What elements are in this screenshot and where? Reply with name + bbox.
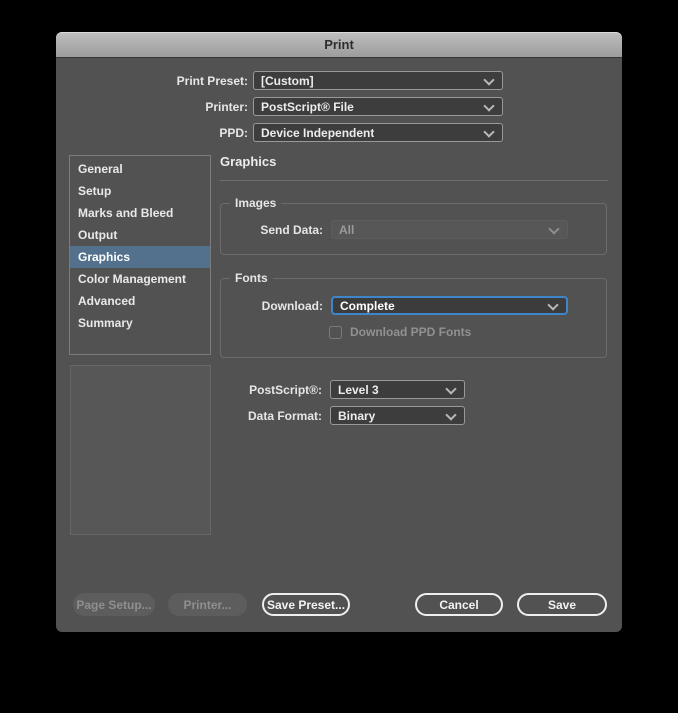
postscript-row: PostScript®: Level 3 xyxy=(220,380,465,399)
chevron-down-icon xyxy=(445,382,457,395)
download-ppd-fonts-checkbox xyxy=(329,325,342,339)
panel-divider xyxy=(220,180,608,181)
sidebar-item-marks-and-bleed[interactable]: Marks and Bleed xyxy=(70,202,210,224)
download-label: Download: xyxy=(261,298,323,313)
panel-title: Graphics xyxy=(220,154,277,169)
postscript-label: PostScript®: xyxy=(249,382,322,397)
sidebar-item-advanced[interactable]: Advanced xyxy=(70,290,210,312)
send-data-label: Send Data: xyxy=(260,222,323,237)
data-format-dropdown[interactable]: Binary xyxy=(330,406,465,425)
save-preset-button[interactable]: Save Preset... xyxy=(262,593,350,616)
send-data-value: All xyxy=(339,222,355,237)
dialog-titlebar[interactable]: Print xyxy=(56,32,622,57)
printer-label: Printer: xyxy=(205,100,248,114)
sidebar-item-color-management[interactable]: Color Management xyxy=(70,268,210,290)
images-group: Images Send Data: All xyxy=(220,196,607,255)
postscript-value: Level 3 xyxy=(338,382,379,397)
ppd-dropdown[interactable]: Device Independent xyxy=(253,123,503,142)
data-format-value: Binary xyxy=(338,408,376,423)
chevron-down-icon xyxy=(445,408,457,421)
save-button[interactable]: Save xyxy=(517,593,607,616)
print-preset-value: [Custom] xyxy=(261,73,314,88)
print-dialog: Print Print Preset: [Custom] Printer: Po… xyxy=(56,32,622,632)
sidebar-item-output[interactable]: Output xyxy=(70,224,210,246)
chevron-down-icon xyxy=(483,99,495,112)
settings-list: General Setup Marks and Bleed Output Graphic… xyxy=(69,155,211,355)
ppd-value: Device Independent xyxy=(261,125,375,140)
data-format-row: Data Format: Binary xyxy=(220,406,465,425)
postscript-dropdown[interactable]: Level 3 xyxy=(330,380,465,399)
print-preset-label: Print Preset: xyxy=(176,74,248,88)
printer-dropdown[interactable]: PostScript® File xyxy=(253,97,503,116)
sidebar-item-graphics[interactable]: Graphics xyxy=(70,246,210,268)
sidebar-item-setup[interactable]: Setup xyxy=(70,180,210,202)
send-data-dropdown: All xyxy=(331,220,568,239)
fonts-group-legend: Fonts xyxy=(230,271,273,285)
chevron-down-icon xyxy=(547,298,559,311)
print-preset-dropdown[interactable]: [Custom] xyxy=(253,71,503,90)
sidebar-item-summary[interactable]: Summary xyxy=(70,312,210,334)
printer-button: Printer... xyxy=(168,593,247,616)
data-format-label: Data Format: xyxy=(247,408,322,423)
chevron-down-icon xyxy=(483,73,495,86)
download-value: Complete xyxy=(340,298,395,313)
download-ppd-fonts-label: Download PPD Fonts xyxy=(350,325,472,339)
preview-box xyxy=(70,365,211,535)
sidebar-item-general[interactable]: General xyxy=(70,158,210,180)
chevron-down-icon xyxy=(483,125,495,138)
dialog-title: Print xyxy=(324,37,354,52)
printer-value: PostScript® File xyxy=(261,99,354,114)
images-group-legend: Images xyxy=(230,196,282,210)
fonts-group: Fonts Download: Complete Download PPD Fo… xyxy=(220,271,607,358)
chevron-down-icon xyxy=(548,222,560,235)
download-dropdown[interactable]: Complete xyxy=(331,296,568,315)
ppd-label: PPD: xyxy=(219,126,248,140)
cancel-button[interactable]: Cancel xyxy=(415,593,503,616)
page-setup-button: Page Setup... xyxy=(73,593,155,616)
